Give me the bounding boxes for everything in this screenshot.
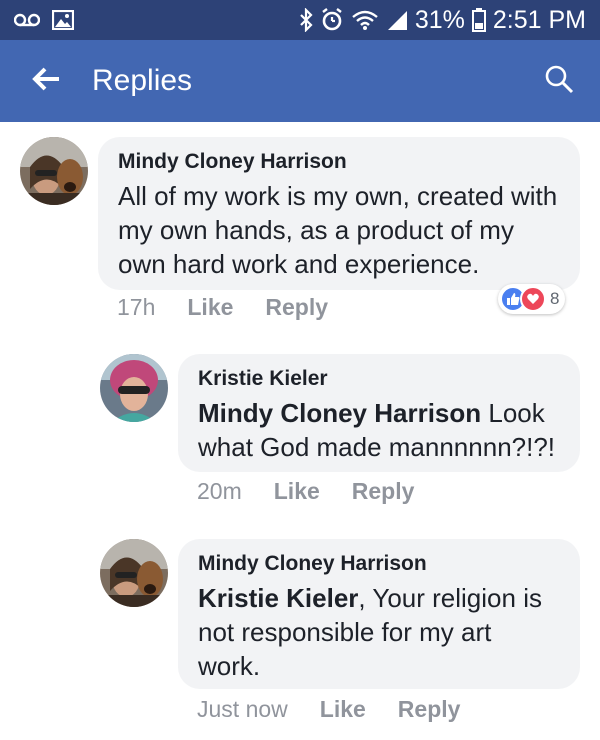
gallery-icon	[52, 10, 74, 30]
comment-time: 17h	[117, 294, 156, 320]
app-bar: Replies	[0, 40, 600, 122]
mention-link[interactable]: Kristie Kieler	[198, 583, 358, 613]
comment-author[interactable]: Mindy Cloney Harrison	[198, 551, 560, 577]
comment-meta: 17h Like Reply	[117, 294, 360, 321]
voicemail-icon	[14, 13, 40, 27]
like-button[interactable]: Like	[274, 478, 320, 505]
reply-button[interactable]: Reply	[265, 294, 328, 321]
comment-meta: Just now Like Reply	[197, 696, 492, 723]
comment-time: Just now	[197, 696, 288, 722]
comment-author[interactable]: Mindy Cloney Harrison	[118, 149, 560, 175]
battery-icon	[471, 8, 486, 32]
avatar[interactable]	[20, 137, 88, 205]
comment-time: 20m	[197, 478, 242, 504]
back-arrow-icon	[31, 66, 61, 97]
reaction-count: 8	[550, 289, 560, 308]
reply-button[interactable]: Reply	[352, 478, 415, 505]
like-button[interactable]: Like	[187, 294, 233, 321]
comment-bubble[interactable]: Mindy Cloney Harrison All of my work is …	[98, 137, 580, 290]
avatar[interactable]	[100, 354, 168, 422]
signal-icon	[386, 9, 408, 31]
page-title: Replies	[92, 64, 193, 97]
back-button[interactable]	[0, 40, 92, 122]
comment-text: All of my work is my own, created with m…	[118, 181, 558, 279]
reactions-summary[interactable]: 8	[498, 284, 566, 314]
mention-link[interactable]: Mindy Cloney Harrison	[198, 398, 481, 428]
comment-author[interactable]: Kristie Kieler	[198, 366, 560, 392]
comment-bubble[interactable]: Mindy Cloney Harrison Kristie Kieler, Yo…	[178, 539, 580, 689]
bluetooth-icon	[299, 8, 313, 32]
comment-meta: 20m Like Reply	[197, 478, 446, 505]
avatar[interactable]	[100, 539, 168, 607]
comment-bubble[interactable]: Kristie Kieler Mindy Cloney Harrison Loo…	[178, 354, 580, 472]
search-icon	[544, 64, 574, 99]
search-button[interactable]	[518, 40, 600, 122]
alarm-icon	[320, 8, 344, 32]
battery-percent: 31%	[414, 5, 465, 34]
love-reaction-icon	[520, 286, 546, 312]
clock: 2:51 PM	[492, 5, 586, 34]
reply-button[interactable]: Reply	[398, 696, 461, 723]
comment-text: Mindy Cloney Harrison Look what God made…	[198, 396, 560, 464]
comment-text: Kristie Kieler, Your religion is not res…	[198, 581, 560, 683]
wifi-icon	[351, 9, 379, 31]
like-button[interactable]: Like	[320, 696, 366, 723]
status-bar: 31% 2:51 PM	[0, 0, 600, 40]
